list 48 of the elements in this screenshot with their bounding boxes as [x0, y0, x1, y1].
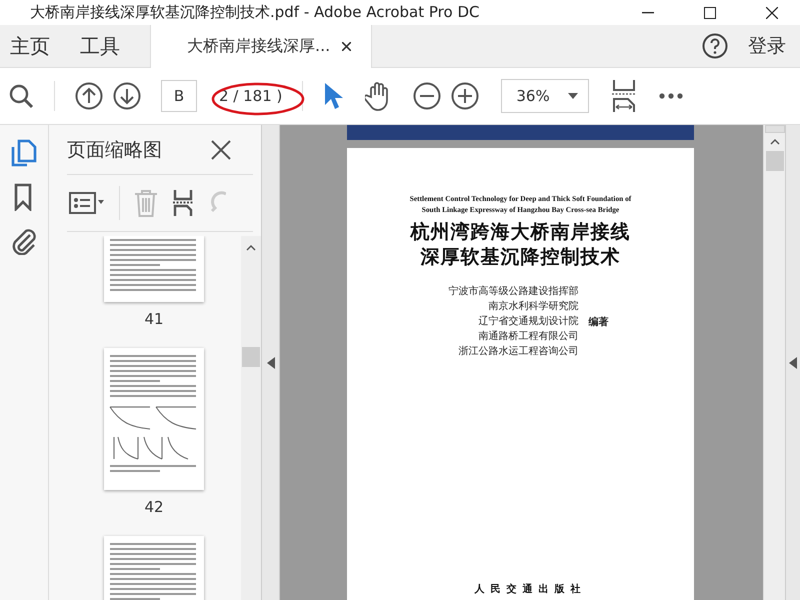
page-thumbnail[interactable]	[104, 348, 204, 490]
arrow-up-circle-icon[interactable]	[75, 82, 103, 110]
collapse-panel-handle[interactable]	[262, 125, 280, 600]
author-name: 南通路桥工程有限公司	[478, 330, 578, 344]
page-number: 41	[144, 310, 164, 328]
maximize-icon[interactable]	[704, 6, 716, 18]
caret-icon[interactable]	[568, 93, 578, 99]
paperclip-icon[interactable]	[10, 227, 38, 255]
close-tab-icon[interactable]	[342, 42, 352, 51]
zoom-dropdown[interactable]: 36%	[501, 79, 590, 113]
author-role: 编著	[588, 316, 608, 328]
zoom-in-icon[interactable]	[451, 82, 480, 110]
scroll-up-icon[interactable]	[246, 245, 256, 251]
pages-icon[interactable]	[10, 139, 38, 167]
more-icon[interactable]	[659, 93, 684, 99]
arrow-down-circle-icon[interactable]	[113, 82, 141, 110]
scroll-thumb[interactable]	[766, 151, 784, 171]
document-tab[interactable]: 大桥南岸接线深厚...	[150, 25, 372, 68]
sign-in-link[interactable]: 登录	[748, 33, 786, 59]
minimize-icon[interactable]	[642, 12, 654, 14]
panel-title: 页面缩略图	[67, 138, 162, 162]
insert-page-icon[interactable]	[172, 189, 194, 217]
page-thumbnail[interactable]	[104, 236, 204, 302]
pointer-icon[interactable]	[323, 82, 344, 110]
author-name: 南京水利科学研究院	[488, 300, 578, 314]
search-icon[interactable]	[8, 83, 34, 109]
expand-panel-handle[interactable]	[785, 125, 800, 600]
fit-page-icon[interactable]	[611, 79, 638, 113]
close-icon[interactable]	[211, 140, 231, 160]
page-number: 42	[144, 498, 164, 516]
close-icon[interactable]	[766, 6, 778, 18]
options-icon[interactable]	[69, 192, 105, 214]
nav-tab[interactable]: 工具	[62, 25, 150, 67]
scrollbar[interactable]	[241, 236, 261, 600]
page-number-field[interactable]: B	[161, 80, 197, 112]
help-icon[interactable]	[702, 33, 728, 59]
chinese-title: 深厚软基沉降控制技术	[420, 245, 620, 270]
author-name: 辽宁省交通规划设计院	[478, 314, 578, 329]
scroll-thumb[interactable]	[242, 347, 260, 367]
chinese-title: 杭州湾跨海大桥南岸接线	[410, 220, 630, 245]
zoom-out-icon[interactable]	[413, 82, 442, 110]
publisher: 人民交通出版社	[474, 582, 586, 596]
scrollbar[interactable]	[763, 125, 785, 600]
author-name: 宁波市高等级公路建设指挥部	[448, 284, 578, 299]
window-title: 大桥南岸接线深厚软基沉降控制技术.pdf - Adobe Acrobat Pro DC	[30, 3, 480, 22]
scroll-up-icon[interactable]	[770, 139, 780, 145]
nav-tab[interactable]: 主页	[0, 25, 62, 67]
author-name: 浙江公路水运工程咨询公司	[458, 344, 578, 359]
